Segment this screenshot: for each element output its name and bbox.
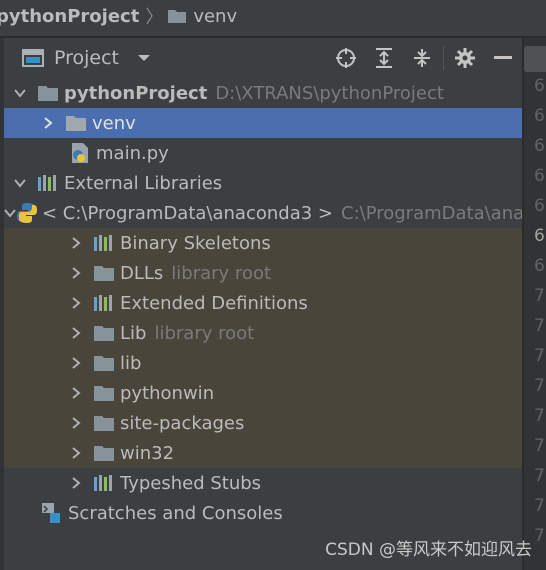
tree-item-python-project[interactable]: pythonProject D:\XTRANS\pythonProject	[4, 78, 522, 108]
chevron-right-icon[interactable]	[68, 438, 84, 468]
chevron-right-icon[interactable]	[68, 348, 84, 378]
chevron-down-icon[interactable]	[137, 53, 151, 63]
tree-item-venv[interactable]: venv	[4, 108, 522, 138]
collapse-all-icon[interactable]	[403, 38, 441, 78]
tree-item-pythonwin[interactable]: pythonwin	[4, 378, 522, 408]
breadcrumb-folder[interactable]: venv	[193, 6, 237, 27]
watermark: CSDN @等风来不如迎风去	[325, 540, 532, 560]
library-icon	[92, 468, 116, 498]
tree-item-label: < C:\ProgramData\anaconda3 >	[42, 202, 333, 224]
chevron-right-icon[interactable]	[68, 378, 84, 408]
line-number: 7	[534, 466, 545, 486]
gear-icon[interactable]	[446, 38, 484, 78]
tree-item-label: Extended Definitions	[120, 292, 308, 314]
line-number: 6	[534, 76, 545, 96]
tree-item-label: pythonProject	[64, 82, 208, 104]
line-number: 6	[534, 196, 545, 216]
chevron-down-icon[interactable]	[4, 198, 16, 228]
line-number: 6	[534, 256, 545, 276]
breadcrumb: pythonProject 〉 venv	[0, 0, 546, 32]
tree-item-label: Binary Skeletons	[120, 232, 271, 254]
folder-icon	[36, 78, 60, 108]
tree-item-main-py[interactable]: main.py	[4, 138, 522, 168]
tree-item-python-sdk[interactable]: < C:\ProgramData\anaconda3 > C:\ProgramD…	[4, 198, 522, 228]
tree-item-extended-definitions[interactable]: Extended Definitions	[4, 288, 522, 318]
expand-all-icon[interactable]	[365, 38, 403, 78]
line-number: 7	[534, 406, 545, 426]
folder-icon	[92, 408, 116, 438]
line-number: 6	[534, 106, 545, 126]
line-number: 7	[534, 526, 545, 546]
project-view-selector[interactable]: Project	[54, 47, 119, 69]
toolbar-divider	[443, 46, 444, 70]
chevron-right-icon[interactable]	[68, 228, 84, 258]
tree-item-label: lib	[120, 352, 142, 374]
tree-item-library-root-hint: library root	[171, 262, 272, 284]
tree-item-path-hint: C:\ProgramData\anaconda3	[341, 202, 522, 224]
tree-item-label: External Libraries	[64, 172, 223, 194]
tree-item-scratches[interactable]: Scratches and Consoles	[4, 498, 522, 528]
tree-item-label: pythonwin	[120, 382, 215, 404]
tree-item-label: main.py	[96, 142, 169, 164]
tree-item-win32[interactable]: win32	[4, 438, 522, 468]
folder-icon	[167, 8, 187, 24]
tree-item-site-packages[interactable]: site-packages	[4, 408, 522, 438]
chevron-down-icon[interactable]	[12, 78, 28, 108]
folder-icon	[92, 438, 116, 468]
tree-item-binary-skeletons[interactable]: Binary Skeletons	[4, 228, 522, 258]
tree-item-label: DLLs	[120, 262, 164, 284]
line-number: 6	[534, 136, 545, 156]
tree-item-external-libraries[interactable]: External Libraries	[4, 168, 522, 198]
folder-icon	[92, 348, 116, 378]
line-number: 7	[534, 316, 545, 336]
breadcrumb-separator-icon: 〉	[145, 7, 164, 28]
tree-item-lib-lower[interactable]: lib	[4, 348, 522, 378]
tree-item-typeshed-stubs[interactable]: Typeshed Stubs	[4, 468, 522, 498]
breadcrumb-project[interactable]: pythonProject	[0, 6, 139, 27]
line-number: 7	[534, 496, 545, 516]
library-icon	[92, 228, 116, 258]
library-icon	[36, 168, 60, 198]
chevron-right-icon[interactable]	[68, 468, 84, 498]
scratches-icon	[40, 498, 64, 528]
editor-gutter: 6 6 6 6 6 68 6 7 7 7 7 7 7 7 7 7	[522, 38, 546, 570]
folder-icon	[92, 318, 116, 348]
line-number: 7	[534, 376, 545, 396]
editor-tab-edge[interactable]	[524, 46, 546, 72]
tree-item-label: Scratches and Consoles	[68, 502, 283, 524]
locate-icon[interactable]	[327, 38, 365, 78]
tree-item-label: Typeshed Stubs	[120, 472, 262, 494]
folder-icon	[92, 258, 116, 288]
project-view-icon	[22, 48, 44, 68]
chevron-down-icon[interactable]	[12, 168, 28, 198]
line-number: 7	[534, 436, 545, 456]
tree-item-path-hint: D:\XTRANS\pythonProject	[215, 82, 444, 104]
tree-item-dlls[interactable]: DLLs library root	[4, 258, 522, 288]
folder-icon	[64, 108, 88, 138]
minimize-icon[interactable]	[484, 38, 522, 78]
tree-item-label: win32	[120, 442, 175, 464]
chevron-right-icon[interactable]	[68, 288, 84, 318]
tree-item-label: Lib	[120, 322, 147, 344]
python-file-icon	[68, 138, 92, 168]
python-sdk-icon	[16, 198, 38, 228]
chevron-right-icon[interactable]	[40, 108, 56, 138]
tree-item-library-root-hint: library root	[154, 322, 255, 344]
chevron-right-icon[interactable]	[68, 318, 84, 348]
line-number: 7	[534, 346, 545, 366]
tree-item-label: site-packages	[120, 412, 245, 434]
chevron-right-icon[interactable]	[68, 258, 84, 288]
chevron-right-icon[interactable]	[68, 408, 84, 438]
folder-icon	[92, 378, 116, 408]
tree-item-lib-upper[interactable]: Lib library root	[4, 318, 522, 348]
tree-item-label: venv	[92, 112, 136, 134]
library-icon	[92, 288, 116, 318]
line-number: 7	[534, 286, 545, 306]
line-number: 6	[534, 166, 545, 186]
line-number-active: 68	[534, 226, 546, 246]
project-toolbar: Project	[4, 38, 522, 78]
